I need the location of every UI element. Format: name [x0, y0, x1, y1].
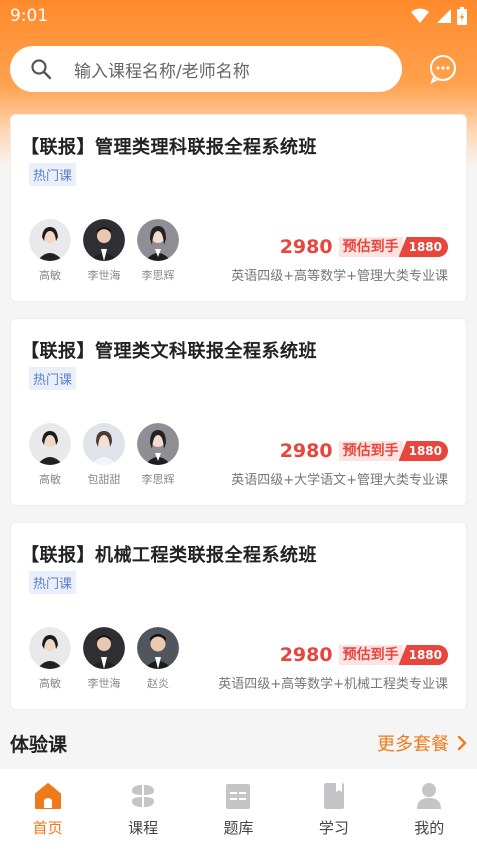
more-label: 更多套餐 — [377, 734, 449, 755]
price: 2980 — [279, 644, 333, 666]
course-subjects: 英语四级+大学语文+管理大类专业课 — [231, 473, 448, 488]
profile-icon — [417, 782, 442, 809]
more-packages-link[interactable]: 更多套餐 — [377, 730, 467, 756]
teacher-name: 李世海 — [87, 269, 121, 282]
estimated-value: 1880 — [398, 441, 448, 461]
teacher[interactable]: 李世海 — [83, 219, 125, 283]
estimated-value: 1880 — [398, 237, 448, 257]
section-title: 体验课 — [10, 733, 68, 756]
course-card[interactable]: 【联报】管理类理科联报全程系统班 热门课 高敏 李世海 李思辉 2980 预估到… — [10, 114, 467, 302]
estimated-price-tag: 预估到手 1880 — [338, 441, 448, 461]
teacher-avatar — [29, 219, 71, 261]
course-icon — [132, 784, 155, 807]
teacher-name: 包甜甜 — [87, 473, 121, 486]
tab-question-bank[interactable]: 题库 — [208, 781, 268, 838]
home-icon — [34, 782, 61, 809]
course-title: 【联报】机械工程类联报全程系统班 — [21, 545, 317, 566]
teacher-avatar — [83, 423, 125, 465]
message-icon[interactable] — [428, 54, 458, 84]
course-title: 【联报】管理类理科联报全程系统班 — [21, 137, 317, 158]
course-title: 【联报】管理类文科联报全程系统班 — [21, 341, 317, 362]
course-subjects: 英语四级+高等数学+管理大类专业课 — [231, 269, 448, 284]
teacher[interactable]: 李世海 — [83, 627, 125, 691]
status-icons — [411, 7, 467, 25]
teacher[interactable]: 李思辉 — [137, 219, 179, 283]
teacher-avatar — [137, 423, 179, 465]
tab-course[interactable]: 课程 — [113, 781, 173, 838]
search-row: 输入课程名称/老师名称 — [0, 44, 477, 94]
status-bar: 9:01 — [0, 0, 477, 32]
teacher[interactable]: 高敏 — [29, 423, 71, 487]
search-icon — [31, 59, 52, 80]
estimated-label: 预估到手 — [338, 441, 403, 461]
teacher-name: 李思辉 — [141, 269, 175, 282]
course-card[interactable]: 【联报】机械工程类联报全程系统班 热门课 高敏 李世海 赵炎 2980 预估到手… — [10, 522, 467, 710]
teacher-avatar — [137, 627, 179, 669]
price-row: 2980 预估到手 1880 — [280, 440, 448, 462]
estimated-label: 预估到手 — [338, 645, 403, 665]
teacher-list: 高敏 包甜甜 李思辉 — [29, 423, 179, 487]
teacher-avatar — [83, 627, 125, 669]
teacher-name: 高敏 — [39, 473, 61, 486]
estimated-label: 预估到手 — [338, 237, 403, 257]
tab-label: 我的 — [414, 818, 445, 837]
wifi-icon — [411, 8, 429, 23]
teacher[interactable]: 李思辉 — [137, 423, 179, 487]
price-row: 2980 预估到手 1880 — [280, 644, 448, 666]
teacher-name: 高敏 — [39, 677, 61, 690]
hot-tag: 热门课 — [29, 163, 77, 186]
tab-label: 题库 — [223, 818, 254, 837]
teacher-list: 高敏 李世海 李思辉 — [29, 219, 179, 283]
bottom-tab-bar: 首页 课程 题库 学习 我的 — [0, 769, 477, 849]
teacher-avatar — [29, 423, 71, 465]
teacher[interactable]: 高敏 — [29, 219, 71, 283]
signal-icon — [437, 9, 451, 23]
battery-icon — [457, 7, 467, 25]
question-bank-icon — [226, 783, 251, 809]
tab-label: 课程 — [128, 818, 159, 837]
estimated-value: 1880 — [398, 645, 448, 665]
status-time: 9:01 — [10, 6, 49, 26]
estimated-price-tag: 预估到手 1880 — [338, 645, 448, 665]
teacher-list: 高敏 李世海 赵炎 — [29, 627, 179, 691]
teacher[interactable]: 高敏 — [29, 627, 71, 691]
tab-study[interactable]: 学习 — [304, 781, 364, 838]
estimated-price-tag: 预估到手 1880 — [338, 237, 448, 257]
price: 2980 — [279, 440, 333, 462]
study-icon — [323, 782, 344, 809]
tab-label: 学习 — [318, 818, 349, 837]
teacher-name: 高敏 — [39, 269, 61, 282]
tab-label: 首页 — [32, 818, 63, 837]
trial-section-header: 体验课 更多套餐 — [10, 728, 467, 758]
hot-tag: 热门课 — [29, 571, 77, 594]
price: 2980 — [279, 236, 333, 258]
teacher-avatar — [137, 219, 179, 261]
tab-profile[interactable]: 我的 — [399, 781, 459, 838]
search-placeholder: 输入课程名称/老师名称 — [74, 61, 250, 82]
teacher-avatar — [83, 219, 125, 261]
tab-home[interactable]: 首页 — [18, 781, 78, 838]
chevron-right-icon — [457, 735, 467, 751]
course-subjects: 英语四级+高等数学+机械工程类专业课 — [218, 677, 448, 692]
teacher[interactable]: 包甜甜 — [83, 423, 125, 487]
search-input[interactable]: 输入课程名称/老师名称 — [10, 46, 402, 92]
price-row: 2980 预估到手 1880 — [280, 236, 448, 258]
teacher-name: 赵炎 — [147, 677, 169, 690]
teacher-name: 李思辉 — [141, 473, 175, 486]
course-card[interactable]: 【联报】管理类文科联报全程系统班 热门课 高敏 包甜甜 李思辉 2980 预估到… — [10, 318, 467, 506]
teacher[interactable]: 赵炎 — [137, 627, 179, 691]
teacher-avatar — [29, 627, 71, 669]
hot-tag: 热门课 — [29, 367, 77, 390]
teacher-name: 李世海 — [87, 677, 121, 690]
